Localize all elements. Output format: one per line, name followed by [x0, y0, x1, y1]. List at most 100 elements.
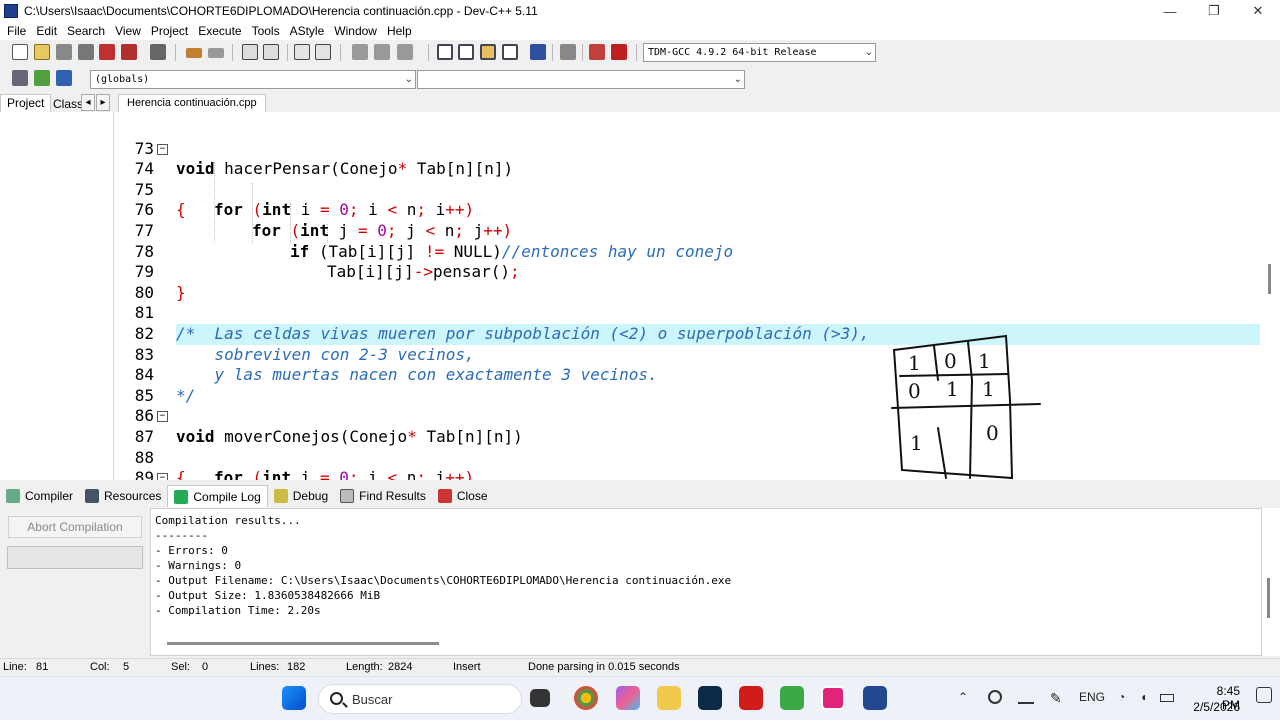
fold-toggle-icon[interactable]: −: [157, 143, 168, 155]
tab-debug[interactable]: Debug: [268, 485, 334, 507]
forward-icon[interactable]: [374, 44, 390, 60]
fold-toggle-icon[interactable]: −: [157, 411, 168, 423]
close-panel-icon: [437, 489, 452, 503]
notification-icon[interactable]: [1256, 687, 1272, 703]
code-line: 83 y las muertas nacen con exactamente 3…: [114, 324, 1260, 385]
scrollbar-thumb[interactable]: [1267, 578, 1270, 618]
undo-icon[interactable]: [186, 48, 202, 58]
compile-log[interactable]: Compilation results... -------- - Errors…: [150, 508, 1262, 656]
abort-compilation-button[interactable]: Abort Compilation: [8, 516, 142, 538]
maximize-button[interactable]: ❐: [1192, 0, 1236, 22]
tab-compile-log[interactable]: Compile Log: [167, 485, 268, 507]
close-file-icon[interactable]: [99, 44, 115, 60]
sketch-digit: 1: [978, 349, 991, 373]
tab-close[interactable]: Close: [432, 485, 494, 507]
wifi-icon[interactable]: ◔: [1118, 690, 1125, 704]
log-vertical-scrollbar[interactable]: [1262, 508, 1280, 656]
compile-run-icon[interactable]: [480, 44, 496, 60]
save-all-icon[interactable]: [78, 44, 94, 60]
delete-profile-icon[interactable]: [611, 44, 627, 60]
acrobat-icon[interactable]: [739, 686, 763, 710]
taskbar-search[interactable]: Buscar: [318, 684, 522, 714]
log-horizontal-scrollbar[interactable]: [167, 642, 439, 645]
save-icon[interactable]: [56, 44, 72, 60]
tab-find-results[interactable]: Find Results: [334, 485, 432, 507]
editor-tab-herencia[interactable]: Herencia continuación.cpp: [118, 94, 266, 112]
menu-file[interactable]: File: [2, 24, 31, 38]
scope-select[interactable]: (globals) ⌄: [90, 70, 416, 89]
stop-icon[interactable]: [560, 44, 576, 60]
menu-window[interactable]: Window: [329, 24, 382, 38]
goto-icon[interactable]: [397, 44, 413, 60]
code-editor[interactable]: 73 void hacerPensar(Conejo* Tab[n][n]) 7…: [114, 112, 1280, 480]
camtasia-icon[interactable]: [780, 686, 804, 710]
clock-date[interactable]: 2/5/2026: [1192, 700, 1240, 714]
file-explorer-icon[interactable]: [657, 686, 681, 710]
task-view-icon[interactable]: [530, 689, 550, 707]
log-line: - Output Filename: C:\Users\Isaac\Docume…: [155, 574, 732, 587]
toggle-bookmark-icon[interactable]: [34, 70, 50, 86]
compile-icon[interactable]: [437, 44, 453, 60]
menu-help[interactable]: Help: [382, 24, 417, 38]
tab-class[interactable]: Class: [53, 97, 83, 111]
member-select[interactable]: ⌄: [417, 70, 745, 89]
scope-select-value: (globals): [95, 74, 150, 85]
network-status-icon[interactable]: [1018, 690, 1034, 704]
zoomit-icon[interactable]: [821, 686, 845, 710]
menu-execute[interactable]: Execute: [193, 24, 246, 38]
scrollbar-thumb[interactable]: [1268, 264, 1271, 294]
windows-start-icon[interactable]: [282, 686, 306, 710]
profile-icon[interactable]: [589, 44, 605, 60]
unindent-icon[interactable]: [315, 44, 331, 60]
tab-project[interactable]: Project: [0, 94, 52, 112]
run-icon[interactable]: [458, 44, 474, 60]
editor-vertical-scrollbar[interactable]: [1260, 112, 1280, 480]
language-indicator[interactable]: ENG: [1079, 690, 1105, 704]
close-all-icon[interactable]: [121, 44, 137, 60]
copilot-icon[interactable]: [616, 686, 640, 710]
chevron-down-icon: ⌄: [864, 47, 873, 58]
pen-icon[interactable]: ✎: [1050, 690, 1062, 707]
minimize-button[interactable]: —: [1148, 0, 1192, 22]
new-file-icon[interactable]: [12, 44, 28, 60]
search-icon: [330, 692, 343, 705]
status-length-label: Length:: [346, 661, 383, 673]
rebuild-icon[interactable]: [502, 44, 518, 60]
menu-project[interactable]: Project: [146, 24, 193, 38]
menu-edit[interactable]: Edit: [31, 24, 62, 38]
tab-prev-arrow[interactable]: ◂: [81, 94, 95, 111]
sketch-digit: 0: [908, 379, 921, 403]
menu-view[interactable]: View: [110, 24, 146, 38]
volume-icon[interactable]: ◖: [1140, 690, 1147, 704]
code-line: 76 for (int j = 0; j < n; j++): [114, 180, 1260, 240]
open-file-icon[interactable]: [34, 44, 50, 60]
find-icon[interactable]: [242, 44, 258, 60]
tab-next-arrow[interactable]: ▸: [96, 94, 110, 111]
fold-toggle-icon[interactable]: −: [157, 473, 168, 480]
insert-icon[interactable]: [12, 70, 28, 86]
replace-icon[interactable]: [263, 44, 279, 60]
chrome-icon[interactable]: [574, 686, 598, 710]
goto-bookmark-icon[interactable]: [56, 70, 72, 86]
tab-resources[interactable]: Resources: [79, 485, 167, 507]
tray-overflow-icon[interactable]: ⌃: [958, 690, 968, 704]
menu-bar: File Edit Search View Project Execute To…: [0, 22, 1280, 40]
codeblocks-icon[interactable]: [698, 686, 722, 710]
menu-astyle[interactable]: AStyle: [285, 24, 330, 38]
print-icon[interactable]: [150, 44, 166, 60]
battery-icon[interactable]: [1160, 694, 1174, 702]
tab-compiler[interactable]: Compiler: [0, 485, 79, 507]
menu-tools[interactable]: Tools: [247, 24, 285, 38]
syntax-check-icon[interactable]: [530, 44, 546, 60]
code-line: 85: [114, 365, 1260, 405]
compiler-select[interactable]: TDM-GCC 4.9.2 64-bit Release ⌄: [643, 43, 876, 62]
indent-icon[interactable]: [294, 44, 310, 60]
back-icon[interactable]: [352, 44, 368, 60]
menu-search[interactable]: Search: [62, 24, 110, 38]
redo-icon[interactable]: [208, 48, 224, 58]
project-panel[interactable]: [0, 112, 114, 480]
close-window-button[interactable]: ✕: [1236, 0, 1280, 22]
resources-icon: [85, 489, 100, 503]
sync-icon[interactable]: [988, 690, 1002, 704]
devcpp-taskbar-icon[interactable]: [863, 686, 887, 710]
